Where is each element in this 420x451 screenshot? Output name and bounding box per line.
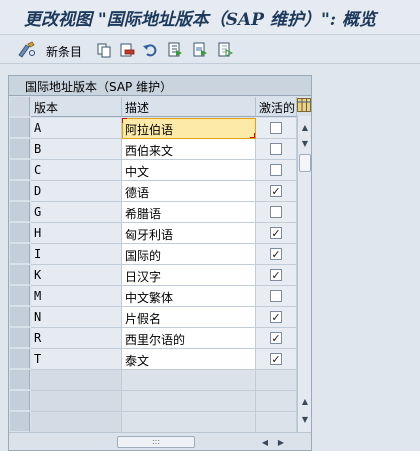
cell-description[interactable]: 阿拉伯语 (122, 118, 256, 139)
table-control: 国际地址版本（SAP 维护） 版本 描述 激活的 A 阿拉伯语 B 西伯来文 C… (8, 75, 312, 451)
cell-version: T (31, 349, 122, 370)
row-selector[interactable] (10, 181, 30, 201)
scroll-right-icon[interactable]: ▶ (275, 436, 287, 448)
cell-description[interactable]: 中文 (122, 160, 256, 181)
column-header-description[interactable]: 描述 (122, 97, 256, 117)
display-change-icon[interactable] (16, 40, 38, 60)
row-selector[interactable] (10, 160, 30, 180)
active-checkbox[interactable] (270, 164, 282, 176)
cell-version: R (31, 328, 122, 349)
cell-description[interactable]: 日汉字 (122, 265, 256, 286)
empty-row-selector[interactable] (10, 370, 30, 390)
new-entries-button[interactable]: 新条目 (46, 43, 82, 60)
cell-description[interactable]: 德语 (122, 181, 256, 202)
empty-row-selector[interactable] (10, 412, 30, 432)
empty-row-selector[interactable] (10, 391, 30, 411)
select-block-icon[interactable] (191, 40, 209, 60)
cell-description[interactable]: 西伯来文 (122, 139, 256, 160)
cell-version: I (31, 244, 122, 265)
application-toolbar: 新条目 (0, 34, 420, 64)
cell-description[interactable]: 中文繁体 (122, 286, 256, 307)
active-checkbox[interactable] (270, 290, 282, 302)
empty-cell (122, 391, 256, 412)
empty-cell (122, 412, 256, 433)
active-checkbox[interactable] (270, 206, 282, 218)
cell-description[interactable]: 国际的 (122, 244, 256, 265)
cell-version: M (31, 286, 122, 307)
active-checkbox[interactable] (270, 143, 282, 155)
empty-cell (256, 370, 297, 391)
row-selector[interactable] (10, 286, 30, 306)
horizontal-scroll-thumb[interactable]: ::: (117, 436, 195, 448)
empty-cell (256, 412, 297, 433)
active-checkbox[interactable]: ✓ (270, 311, 282, 323)
active-checkbox[interactable]: ✓ (270, 269, 282, 281)
cell-description[interactable]: 泰文 (122, 349, 256, 370)
active-checkbox[interactable]: ✓ (270, 248, 282, 260)
cell-version: C (31, 160, 122, 181)
cell-version: K (31, 265, 122, 286)
row-selector[interactable] (10, 139, 30, 159)
cell-description[interactable]: 希腊语 (122, 202, 256, 223)
scroll-up-bottom-icon[interactable]: ▲ (299, 394, 311, 408)
active-checkbox[interactable] (270, 122, 282, 134)
cell-version: B (31, 139, 122, 160)
row-selector[interactable] (10, 307, 30, 327)
select-all-icon[interactable] (166, 40, 184, 60)
cell-description[interactable]: 匈牙利语 (122, 223, 256, 244)
scroll-up-icon[interactable]: ▲ (299, 120, 311, 134)
row-selector[interactable] (10, 265, 30, 285)
row-selector[interactable] (10, 349, 30, 369)
empty-cell (31, 391, 122, 412)
column-header-version[interactable]: 版本 (31, 97, 122, 117)
cell-version: D (31, 181, 122, 202)
deselect-all-icon[interactable] (216, 40, 234, 60)
cell-version: A (31, 118, 122, 139)
scroll-down-bottom-icon[interactable]: ▼ (299, 412, 311, 426)
cell-version: G (31, 202, 122, 223)
row-selector[interactable] (10, 244, 30, 264)
scroll-down-icon[interactable]: ▼ (299, 136, 311, 150)
table-settings-icon[interactable] (297, 98, 311, 114)
delete-icon[interactable] (118, 40, 136, 60)
cell-description[interactable]: 西里尔语的 (122, 328, 256, 349)
vertical-scroll-thumb[interactable] (299, 154, 311, 172)
empty-cell (31, 412, 122, 433)
active-checkbox[interactable]: ✓ (270, 227, 282, 239)
active-checkbox[interactable]: ✓ (270, 185, 282, 197)
column-header-active[interactable]: 激活的 (256, 97, 297, 117)
empty-cell (122, 370, 256, 391)
table-title: 国际地址版本（SAP 维护） (9, 76, 311, 96)
empty-cell (256, 391, 297, 412)
active-checkbox[interactable]: ✓ (270, 332, 282, 344)
empty-cell (31, 370, 122, 391)
scroll-left-icon[interactable]: ◀ (259, 436, 271, 448)
cell-version: N (31, 307, 122, 328)
row-selector[interactable] (10, 223, 30, 243)
cell-version: H (31, 223, 122, 244)
window-title: 更改视图 "国际地址版本（SAP 维护）": 概览 (0, 0, 420, 34)
copy-icon[interactable] (95, 40, 113, 60)
row-selector[interactable] (10, 202, 30, 222)
horizontal-scrollbar[interactable]: ::: ◀ ▶ (9, 432, 311, 450)
active-checkbox[interactable]: ✓ (270, 353, 282, 365)
undo-icon[interactable] (141, 40, 159, 60)
vertical-scrollbar[interactable]: ▲ ▼ ▲ ▼ (297, 116, 311, 432)
row-selector[interactable] (10, 118, 30, 138)
select-all-rows-corner[interactable] (10, 97, 30, 117)
row-selector[interactable] (10, 328, 30, 348)
cell-description[interactable]: 片假名 (122, 307, 256, 328)
